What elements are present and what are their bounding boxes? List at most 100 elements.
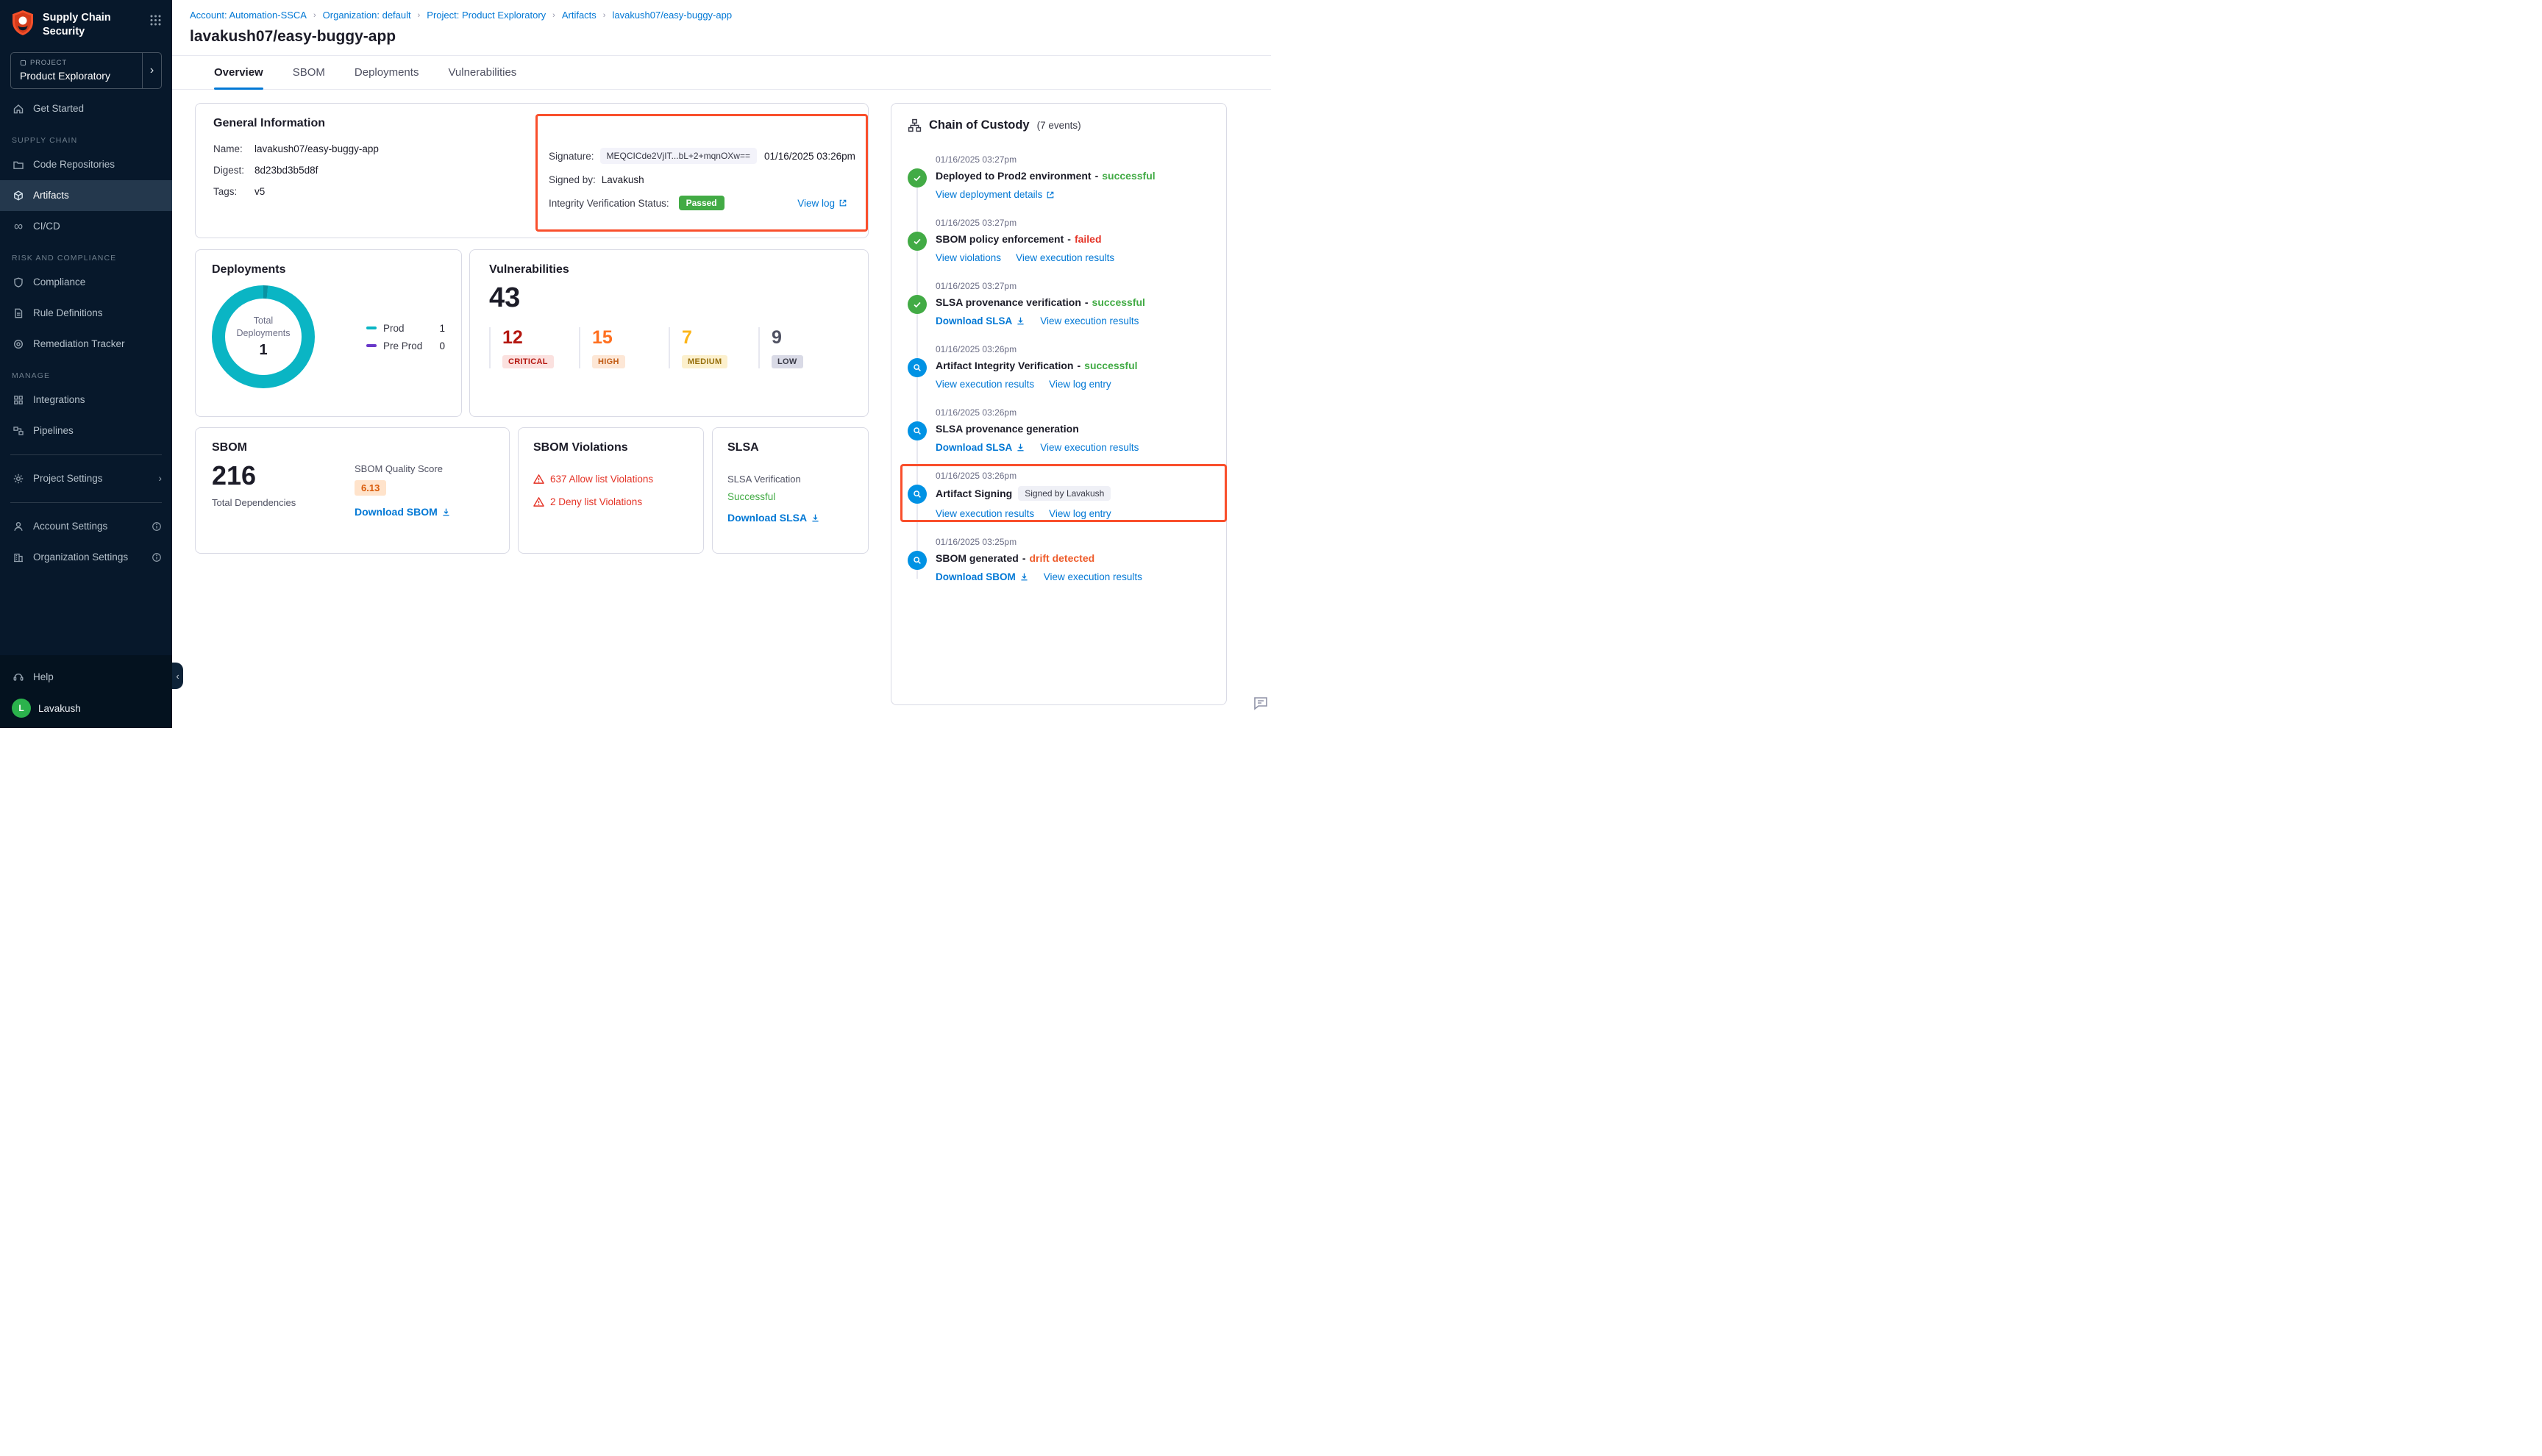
sidebar-item-project-settings[interactable]: Project Settings › xyxy=(0,463,172,494)
sidebar-item-label: CI/CD xyxy=(33,221,60,232)
sidebar-item-remediation-tracker[interactable]: Remediation Tracker xyxy=(0,329,172,360)
project-chevron-icon[interactable]: › xyxy=(142,53,161,88)
download-sbom-link[interactable]: Download SBOM xyxy=(936,571,1029,582)
signed-by-badge: Signed by Lavakush xyxy=(1018,486,1111,501)
sidebar-item-artifacts[interactable]: Artifacts xyxy=(0,180,172,211)
view-violations-link[interactable]: View violations xyxy=(936,252,1001,263)
sidebar-divider xyxy=(10,502,162,503)
deny-list-violations-link[interactable]: 2 Deny list Violations xyxy=(533,496,688,507)
warning-icon xyxy=(533,474,544,485)
download-slsa-link[interactable]: Download SLSA xyxy=(936,442,1025,453)
event-separator: - xyxy=(1067,233,1071,245)
code-repository-icon xyxy=(12,158,25,171)
warning-icon xyxy=(533,496,544,507)
sidebar-item-integrations[interactable]: Integrations xyxy=(0,385,172,415)
sidebar-item-organization-settings[interactable]: Organization Settings xyxy=(0,542,172,573)
policy-step-icon xyxy=(908,232,927,251)
download-slsa-link[interactable]: Download SLSA xyxy=(936,315,1025,326)
app-switcher-grid-icon[interactable] xyxy=(149,10,162,26)
signature-timestamp: 01/16/2025 03:26pm xyxy=(757,151,855,162)
tab-deployments[interactable]: Deployments xyxy=(355,56,419,89)
external-link-icon xyxy=(839,199,847,207)
sidebar-item-compliance[interactable]: Compliance xyxy=(0,267,172,298)
breadcrumb-account[interactable]: Account: Automation-SSCA xyxy=(190,10,307,21)
pipelines-icon xyxy=(12,424,25,438)
view-log-entry-link[interactable]: View log entry xyxy=(1049,379,1111,390)
tab-sbom[interactable]: SBOM xyxy=(293,56,325,89)
tab-overview[interactable]: Overview xyxy=(214,56,263,89)
view-execution-results-link[interactable]: View execution results xyxy=(1016,252,1114,263)
deploy-step-icon xyxy=(908,168,927,188)
scan-step-icon xyxy=(908,421,927,440)
view-log-entry-link[interactable]: View log entry xyxy=(1049,508,1111,519)
download-icon xyxy=(441,507,451,517)
sidebar-divider xyxy=(10,454,162,455)
event-title: SBOM policy enforcement xyxy=(936,233,1064,245)
sidebar-item-account-settings[interactable]: Account Settings xyxy=(0,511,172,542)
sidebar-collapse-handle[interactable]: ‹ xyxy=(172,663,183,689)
name-value: lavakush07/easy-buggy-app xyxy=(254,143,379,154)
download-sbom-link[interactable]: Download SBOM xyxy=(355,506,451,518)
view-log-link[interactable]: View log xyxy=(797,198,847,209)
breadcrumb-separator: › xyxy=(418,11,421,20)
user-menu[interactable]: L Lavakush xyxy=(0,692,172,719)
view-execution-results-link[interactable]: View execution results xyxy=(936,508,1034,519)
sidebar-item-cicd[interactable]: ∞ CI/CD xyxy=(0,211,172,242)
card-title: Deployments xyxy=(212,263,445,276)
breadcrumb-separator: › xyxy=(603,11,606,20)
sidebar-item-label: Account Settings xyxy=(33,521,107,532)
deployments-card: Deployments Total Deployments 1 xyxy=(195,249,462,417)
breadcrumb-artifacts[interactable]: Artifacts xyxy=(562,10,597,21)
legend-label: Prod xyxy=(383,323,405,334)
sidebar-item-label: Pipelines xyxy=(33,425,74,436)
view-execution-results-link[interactable]: View execution results xyxy=(936,379,1034,390)
sidebar-item-pipelines[interactable]: Pipelines xyxy=(0,415,172,446)
sidebar-item-get-started[interactable]: Get Started xyxy=(0,93,172,124)
custody-event-slsa-generation: 01/16/2025 03:26pm SLSA provenance gener… xyxy=(908,407,1210,453)
project-eyebrow-label: PROJECT xyxy=(30,59,67,67)
organization-icon xyxy=(12,551,25,564)
event-status: successful xyxy=(1084,360,1137,371)
home-icon xyxy=(12,102,25,115)
signature-section: Signature: MEQCICde2VjIT...bL+2+mqnOXw==… xyxy=(549,148,847,210)
scan-step-icon xyxy=(908,551,927,570)
sidebar: Supply Chain Security PROJECT Product Ex… xyxy=(0,0,172,728)
overview-content: General Information Name: lavakush07/eas… xyxy=(172,90,1271,728)
breadcrumb-project[interactable]: Project: Product Exploratory xyxy=(427,10,546,21)
cards-row-2: Deployments Total Deployments 1 xyxy=(195,249,869,417)
app-title: Supply Chain Security xyxy=(43,10,142,39)
breadcrumb-organization[interactable]: Organization: default xyxy=(323,10,411,21)
critical-count: 12 xyxy=(502,327,579,349)
signature-value: MEQCICde2VjIT...bL+2+mqnOXw== xyxy=(600,148,757,164)
breadcrumb-artifact-name[interactable]: lavakush07/easy-buggy-app xyxy=(612,10,732,21)
sidebar-item-label: Code Repositories xyxy=(33,159,115,170)
custody-event-slsa-verification: 01/16/2025 03:27pm SLSA provenance verif… xyxy=(908,281,1210,326)
integrity-status-label: Integrity Verification Status: xyxy=(549,198,669,209)
allow-list-violations-link[interactable]: 637 Allow list Violations xyxy=(533,474,688,485)
avatar: L xyxy=(12,699,31,718)
card-title: SLSA xyxy=(727,441,853,454)
view-execution-results-link[interactable]: View execution results xyxy=(1044,571,1142,582)
slsa-status: Successful xyxy=(727,491,853,502)
donut-center-label: Deployments xyxy=(237,327,291,340)
view-execution-results-link[interactable]: View execution results xyxy=(1040,442,1139,453)
tab-vulnerabilities[interactable]: Vulnerabilities xyxy=(448,56,516,89)
project-icon xyxy=(20,60,26,66)
view-deployment-details-link[interactable]: View deployment details xyxy=(936,189,1055,200)
view-execution-results-link[interactable]: View execution results xyxy=(1040,315,1139,326)
sidebar-item-label: Help xyxy=(33,671,54,682)
user-name: Lavakush xyxy=(38,703,81,714)
main-area: Account: Automation-SSCA › Organization:… xyxy=(172,0,1271,728)
total-dependencies-label: Total Dependencies xyxy=(212,497,338,508)
project-selector[interactable]: PROJECT Product Exploratory › xyxy=(10,52,162,89)
event-status: successful xyxy=(1092,296,1145,308)
sidebar-header: Supply Chain Security xyxy=(0,0,172,43)
support-chat-icon[interactable] xyxy=(1252,694,1270,712)
sidebar-item-help[interactable]: Help xyxy=(0,661,172,692)
target-icon xyxy=(12,338,25,351)
sidebar-item-code-repositories[interactable]: Code Repositories xyxy=(0,149,172,180)
download-slsa-link[interactable]: Download SLSA xyxy=(727,512,820,524)
sbom-quality-score-value: 6.13 xyxy=(355,480,386,496)
sidebar-item-rule-definitions[interactable]: Rule Definitions xyxy=(0,298,172,329)
integrations-icon xyxy=(12,393,25,407)
